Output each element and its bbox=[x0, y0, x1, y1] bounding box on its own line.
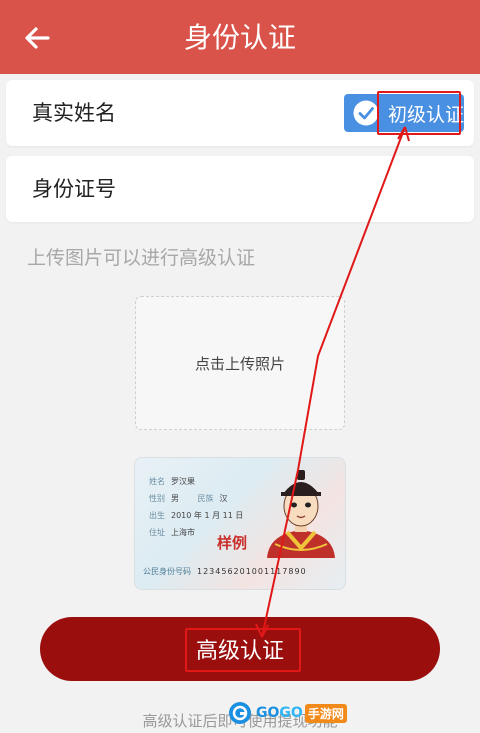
id-number-line: 公民身份号码 123456201001117890 bbox=[143, 567, 307, 576]
id-number-row[interactable]: 身份证号 bbox=[6, 156, 474, 222]
upload-hint-text: 上传图片可以进行高级认证 bbox=[27, 247, 256, 269]
annotation-highlight-box bbox=[185, 628, 301, 672]
real-name-row[interactable]: 真实姓名 初级认证 bbox=[6, 80, 474, 146]
id-address-line: 住址 上海市 bbox=[149, 528, 195, 537]
cartoon-portrait-icon bbox=[267, 470, 335, 558]
id-number-label: 身份证号 bbox=[32, 177, 116, 201]
sample-watermark-text: 样例 bbox=[217, 534, 248, 552]
page-title: 身份认证 bbox=[183, 21, 296, 54]
upload-label: 点击上传照片 bbox=[194, 354, 285, 373]
check-circle-icon bbox=[353, 100, 379, 126]
id-birth-line: 出生 2010 年 1 月 11 日 bbox=[149, 511, 244, 520]
basic-verification-badge[interactable]: 初级认证 bbox=[344, 91, 464, 135]
photo-upload-area[interactable]: 点击上传照片 bbox=[135, 296, 345, 430]
real-name-label: 真实姓名 bbox=[32, 101, 116, 125]
site-watermark: GO GO 手游网 bbox=[228, 699, 347, 727]
sample-id-card: 姓名 罗汉果 性别男 民族汉 出生 2010 年 1 月 11 日 住址 上海市 样例… bbox=[134, 457, 346, 590]
id-name-line: 姓名 罗汉果 bbox=[149, 477, 195, 486]
app-header: 身份认证 bbox=[0, 0, 480, 74]
watermark-logo-icon bbox=[229, 702, 251, 724]
id-sex-line: 性别男 民族汉 bbox=[149, 494, 228, 503]
annotation-highlight-box bbox=[377, 91, 461, 135]
